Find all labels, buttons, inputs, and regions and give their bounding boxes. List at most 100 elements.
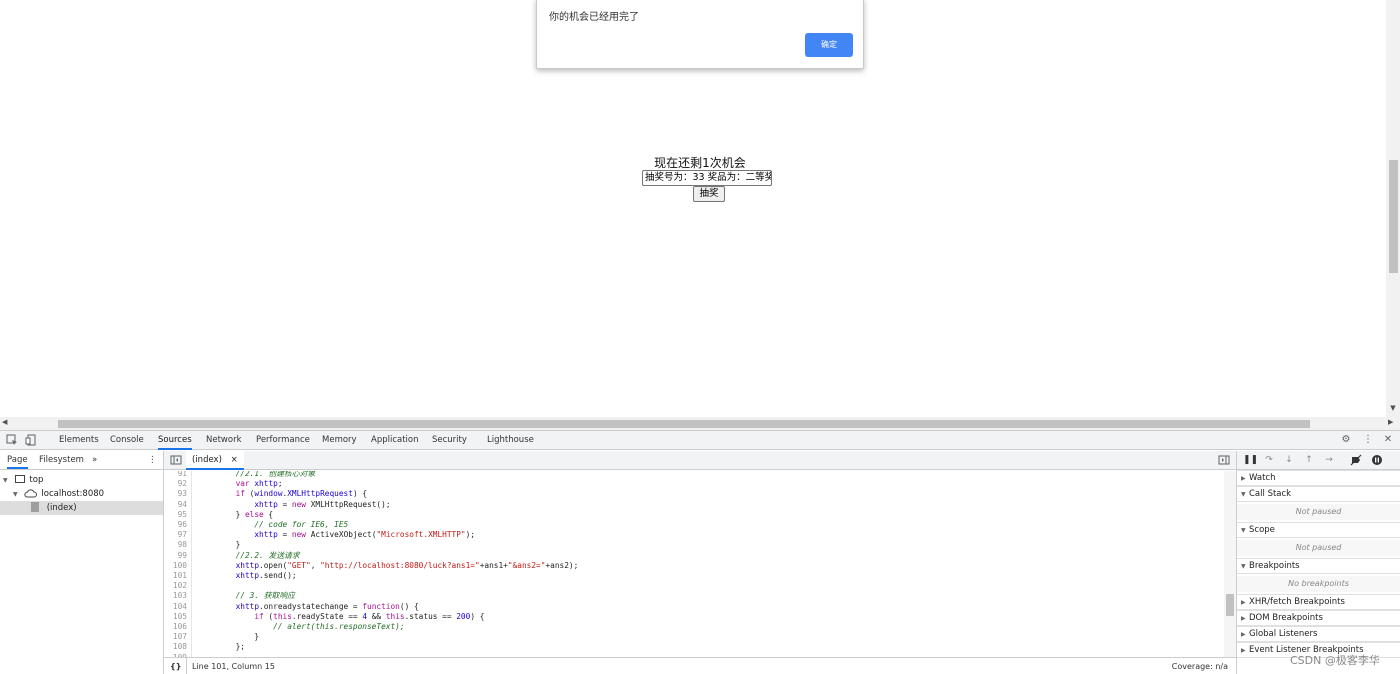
deactivate-breakpoints-icon[interactable]	[1350, 454, 1362, 466]
line-number[interactable]: 108	[164, 642, 192, 653]
code-token: function	[362, 601, 400, 611]
step-over-icon[interactable]: ↷	[1263, 454, 1275, 466]
step-icon[interactable]: →	[1323, 454, 1335, 466]
more-options-icon[interactable]: ⋮	[1362, 434, 1374, 446]
code-token: +ans1+	[479, 560, 508, 570]
pane-call-stack[interactable]: ▼ Call Stack	[1237, 486, 1400, 502]
tree-item-host[interactable]: ▼ localhost:8080	[0, 487, 163, 501]
tab-elements[interactable]: Elements	[59, 431, 99, 450]
code-token: window	[254, 489, 283, 499]
code-token: };	[235, 642, 245, 652]
line-number[interactable]: 107	[164, 632, 192, 643]
line-number[interactable]: 102	[164, 581, 192, 592]
tab-network[interactable]: Network	[206, 431, 242, 450]
code-line: 103 // 3. 获取响应	[164, 591, 295, 602]
pane-empty-message: No breakpoints	[1237, 576, 1400, 592]
code-token: }	[254, 632, 260, 642]
line-number[interactable]: 94	[164, 499, 192, 510]
tab-lighthouse[interactable]: Lighthouse	[487, 431, 534, 450]
toggle-navigator-icon[interactable]	[170, 454, 182, 466]
line-number[interactable]: 92	[164, 479, 192, 490]
scroll-down-arrow-icon[interactable]: ▼	[1388, 404, 1398, 414]
pretty-print-button[interactable]: {}	[170, 658, 181, 674]
pane-xhr-fetch-breakpoints[interactable]: ▶ XHR/fetch Breakpoints	[1237, 594, 1400, 610]
code-token: =	[277, 499, 292, 509]
tab-application[interactable]: Application	[371, 431, 419, 450]
line-number[interactable]: 103	[164, 591, 192, 602]
tree-item-top[interactable]: ▼ top	[0, 473, 163, 487]
editor-status-bar: {} Line 101, Column 15 Coverage: n/a	[164, 657, 1236, 674]
expanded-triangle-icon: ▼	[1241, 491, 1246, 498]
code-token: +ans2);	[545, 560, 579, 570]
collapsed-triangle-icon: ▶	[1241, 475, 1246, 482]
pause-icon[interactable]: ❚❚	[1243, 454, 1258, 466]
editor-file-tab[interactable]: (index) ×	[186, 451, 244, 470]
tree-item-index-file[interactable]: (index)	[0, 501, 163, 515]
draw-button[interactable]: 抽奖	[693, 186, 725, 202]
line-number[interactable]: 105	[164, 611, 192, 622]
code-line: 106 // alert(this.responseText);	[164, 622, 405, 633]
line-number[interactable]: 96	[164, 520, 192, 531]
step-into-icon[interactable]: ↓	[1283, 454, 1295, 466]
editor-scrollbar[interactable]	[1224, 471, 1236, 657]
code-line: 104 xhttp.onreadystatechange = function(…	[164, 601, 419, 612]
line-number[interactable]: 93	[164, 489, 192, 500]
line-number[interactable]: 95	[164, 509, 192, 520]
page-horizontal-scroll-thumb[interactable]	[58, 420, 1310, 428]
tree-label-host: localhost:8080	[41, 489, 105, 499]
scroll-left-arrow-icon[interactable]: ◀	[2, 418, 7, 426]
close-devtools-icon[interactable]: ✕	[1382, 434, 1394, 446]
pane-watch[interactable]: ▶ Watch	[1237, 470, 1400, 486]
line-number[interactable]: 101	[164, 571, 192, 582]
line-number[interactable]: 91	[164, 471, 192, 480]
more-tabs-icon[interactable]: »	[92, 451, 97, 469]
line-number[interactable]: 99	[164, 550, 192, 561]
inspect-element-icon[interactable]	[6, 434, 18, 446]
code-line: 107 }	[164, 632, 260, 643]
tab-memory[interactable]: Memory	[322, 431, 357, 450]
pane-breakpoints[interactable]: ▼ Breakpoints	[1237, 558, 1400, 574]
code-line: 98 }	[164, 540, 240, 551]
scroll-right-arrow-icon[interactable]: ▶	[1388, 418, 1393, 426]
result-input[interactable]: 抽奖号为：33 奖品为：二等奖	[642, 170, 772, 186]
code-token: if	[235, 489, 245, 499]
code-token: ;	[277, 479, 283, 489]
close-tab-icon[interactable]: ×	[231, 455, 238, 465]
pause-on-exceptions-icon[interactable]	[1371, 454, 1383, 466]
code-token: //2.2. 发送请求	[235, 550, 300, 560]
tab-performance[interactable]: Performance	[256, 431, 310, 450]
alert-ok-button[interactable]: 确定	[805, 33, 853, 57]
code-area[interactable]: 91 //2.1. 创建核心对象 92 var xhttp; 93 if (wind…	[164, 471, 1224, 657]
tab-page[interactable]: Page	[7, 451, 28, 469]
line-number[interactable]: 97	[164, 530, 192, 541]
editor-scroll-thumb[interactable]	[1226, 594, 1234, 616]
tab-sources[interactable]: Sources	[158, 431, 192, 450]
pane-scope[interactable]: ▼ Scope	[1237, 522, 1400, 538]
line-number[interactable]: 100	[164, 560, 192, 571]
navigator-menu-icon[interactable]: ⋮	[148, 451, 157, 469]
line-number[interactable]: 104	[164, 601, 192, 612]
expanded-triangle-icon: ▼	[1241, 527, 1246, 534]
code-token: xhttp	[254, 499, 278, 509]
settings-gear-icon[interactable]: ⚙	[1340, 434, 1352, 446]
tab-filesystem[interactable]: Filesystem	[39, 451, 84, 469]
sources-navigator: Page Filesystem » ⋮ ▼ top ▼ localhost:80…	[0, 451, 164, 674]
tab-console[interactable]: Console	[110, 431, 144, 450]
tab-security[interactable]: Security	[432, 431, 467, 450]
file-icon	[31, 502, 39, 512]
step-out-icon[interactable]: ↑	[1303, 454, 1315, 466]
tree-label-top: top	[29, 475, 44, 485]
page-vertical-scroll-thumb[interactable]	[1389, 160, 1398, 273]
pane-dom-breakpoints[interactable]: ▶ DOM Breakpoints	[1237, 610, 1400, 626]
pane-global-listeners[interactable]: ▶ Global Listeners	[1237, 626, 1400, 642]
line-number[interactable]: 98	[164, 540, 192, 551]
toggle-debugger-icon[interactable]	[1218, 454, 1230, 466]
line-number[interactable]: 106	[164, 622, 192, 633]
code-line: 92 var xhttp;	[164, 479, 283, 490]
device-toolbar-icon[interactable]	[25, 434, 37, 446]
